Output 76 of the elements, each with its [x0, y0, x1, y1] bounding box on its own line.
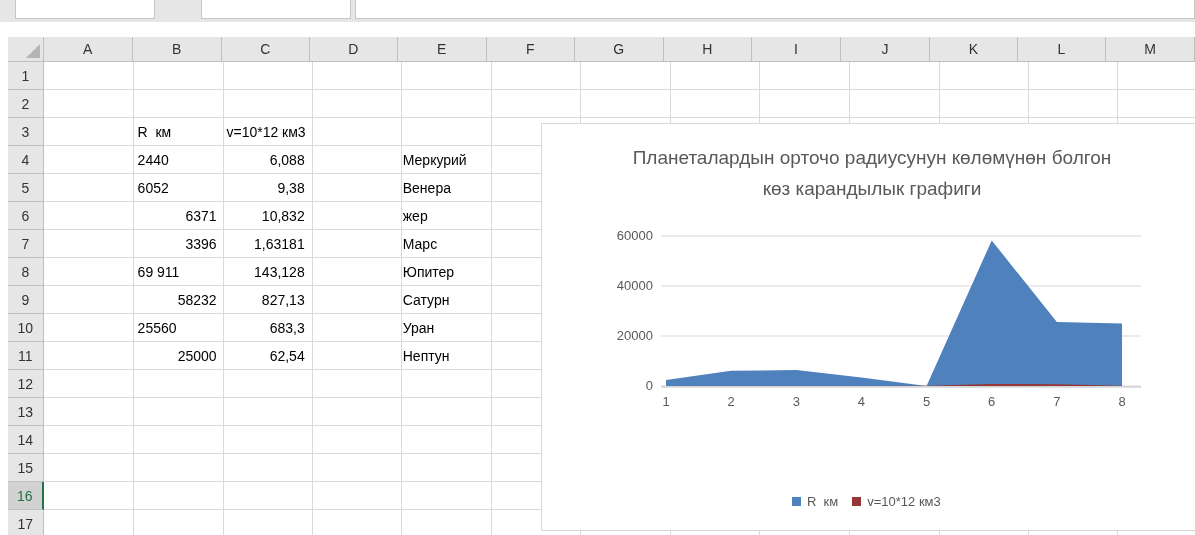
- row-header[interactable]: 2: [8, 90, 44, 118]
- x-axis-label: 5: [922, 394, 931, 409]
- cell-text: 25000: [177, 348, 217, 364]
- cell-text: Сатурн: [402, 292, 450, 308]
- column-header[interactable]: D: [309, 37, 398, 62]
- cell-text: 25560: [137, 320, 177, 336]
- x-axis-label: 8: [1118, 394, 1126, 409]
- formula-bar[interactable]: [355, 0, 1195, 19]
- cell-text: 10,832: [261, 208, 305, 224]
- column-header[interactable]: H: [663, 37, 752, 62]
- row-header[interactable]: 8: [8, 258, 44, 286]
- cell-text: 6,088: [269, 152, 305, 168]
- column-header[interactable]: F: [486, 37, 575, 62]
- column-header[interactable]: K: [929, 37, 1018, 62]
- row-header[interactable]: 17: [8, 510, 44, 535]
- column-header[interactable]: C: [221, 37, 310, 62]
- row-header[interactable]: 13: [8, 398, 44, 426]
- cell-text: жер: [402, 208, 428, 224]
- cell-text: Марс: [402, 236, 438, 252]
- cell-text: 58232: [177, 292, 217, 308]
- cell-text: 6052: [137, 180, 169, 196]
- select-all-corner[interactable]: [8, 37, 44, 62]
- chart-title: Планеталардын орточо радиусунун көлөмүнөн болгон көз карандылык графиги: [631, 146, 1113, 201]
- column-header[interactable]: L: [1017, 37, 1106, 62]
- name-box[interactable]: [15, 0, 155, 19]
- column-header[interactable]: I: [751, 37, 841, 62]
- row-header[interactable]: 15: [8, 454, 44, 482]
- column-header[interactable]: G: [574, 37, 664, 62]
- x-axis-label: 2: [727, 394, 735, 409]
- row-header[interactable]: 16: [8, 482, 44, 510]
- y-axis-label: 60000: [616, 228, 653, 243]
- cell-text: v=10*12 км3: [226, 124, 306, 140]
- cell-text: Уран: [402, 320, 435, 336]
- chart-area[interactable]: Планеталардын орточо радиусунун көлөмүнөн болгон көз карандылык графиги 0 20000 40000 60000 1 2 3 4 5 6 7 8 R км v=10*12 км3: [541, 123, 1195, 531]
- row-header[interactable]: 11: [8, 342, 44, 370]
- cell-text: 143,128: [254, 264, 305, 280]
- cell-text: Меркурий: [402, 152, 467, 168]
- legend-label: v=10*12 км3: [867, 494, 941, 509]
- cell-text: 62,54: [269, 348, 305, 364]
- column-header[interactable]: E: [397, 37, 487, 62]
- cell-text: 683,3: [269, 320, 305, 336]
- column-header[interactable]: J: [840, 37, 930, 62]
- row-header[interactable]: 12: [8, 370, 44, 398]
- row-header[interactable]: 9: [8, 286, 44, 314]
- cell-text: 827,13: [261, 292, 305, 308]
- row-header[interactable]: 7: [8, 230, 44, 258]
- y-axis-label: 0: [645, 378, 653, 393]
- row-header[interactable]: 10: [8, 314, 44, 342]
- x-axis-label: 3: [792, 394, 800, 409]
- column-header[interactable]: A: [43, 37, 133, 62]
- column-header[interactable]: M: [1106, 37, 1195, 62]
- row-header[interactable]: 6: [8, 202, 44, 230]
- cell-text: Юпитер: [402, 264, 455, 280]
- y-axis-label: 20000: [616, 328, 653, 343]
- legend-label: R км: [807, 494, 839, 509]
- row-header[interactable]: 3: [8, 118, 44, 146]
- cell-text: 9,38: [277, 180, 305, 196]
- cell-text: R км: [137, 124, 172, 140]
- x-axis-label: 7: [1053, 394, 1061, 409]
- x-axis-label: 1: [662, 394, 670, 409]
- cell-text: 69 911: [137, 264, 180, 280]
- row-header[interactable]: 1: [8, 62, 44, 90]
- y-axis-label: 40000: [616, 278, 653, 293]
- cell-text: 3396: [185, 236, 217, 252]
- cell-text: 6371: [185, 208, 217, 224]
- row-header[interactable]: 14: [8, 426, 44, 454]
- cell-text: 1,63181: [254, 236, 305, 252]
- row-header[interactable]: 5: [8, 174, 44, 202]
- column-header[interactable]: B: [132, 37, 222, 62]
- x-axis-label: 6: [988, 394, 996, 409]
- x-axis-label: 4: [857, 394, 866, 409]
- area-shape[interactable]: [666, 240, 1122, 386]
- cell-text: 2440: [137, 152, 169, 168]
- cell-text: Нептун: [402, 348, 450, 364]
- row-header[interactable]: 4: [8, 146, 44, 174]
- cell-text: Венера: [402, 180, 451, 196]
